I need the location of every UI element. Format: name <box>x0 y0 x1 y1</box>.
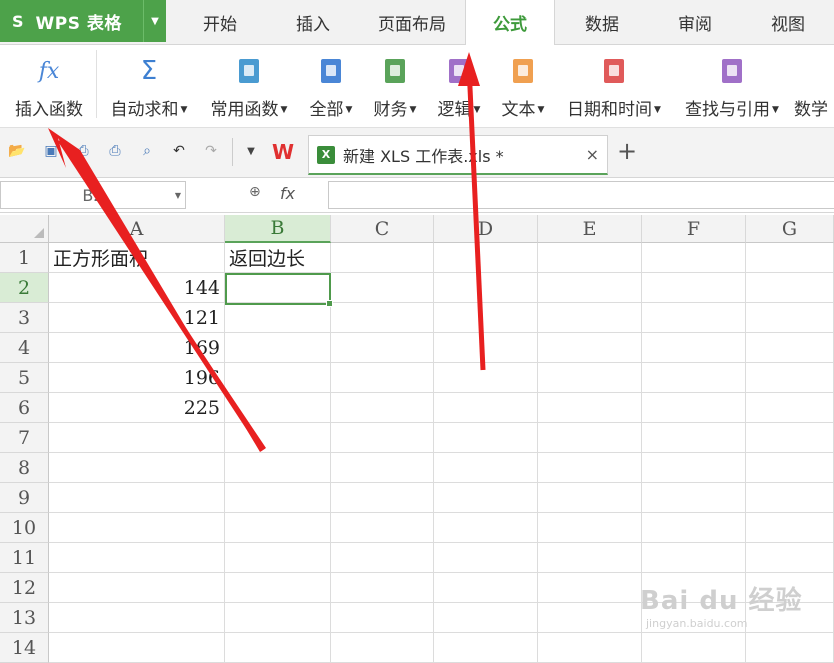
annotation-arrow-formula-tab <box>458 52 480 86</box>
annotation-arrow-formula-tab-shaft <box>466 65 486 371</box>
annotation-arrow-insert-function-shaft <box>57 138 266 452</box>
annotation-arrows <box>48 52 486 452</box>
